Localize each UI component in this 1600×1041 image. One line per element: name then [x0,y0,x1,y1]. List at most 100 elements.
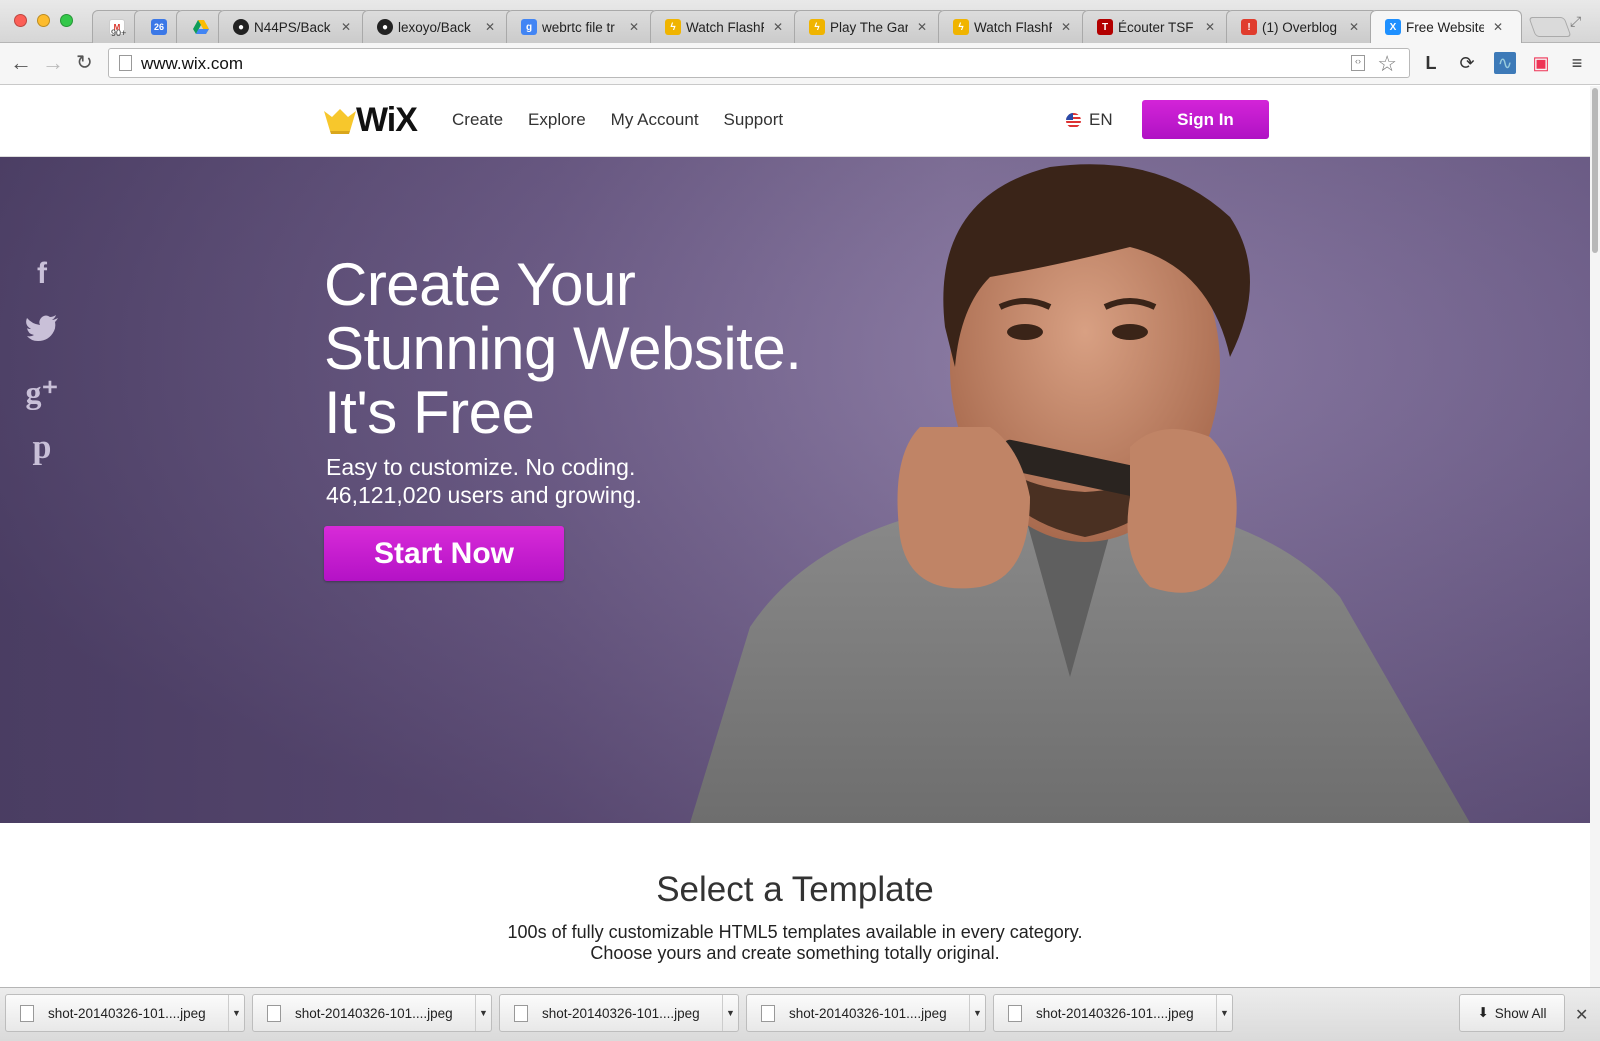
download-menu-caret-icon[interactable]: ▼ [1216,995,1232,1031]
image-file-icon [267,1004,281,1022]
tab-google[interactable]: g webrtc file tr ✕ [506,10,658,43]
download-item[interactable]: shot-20140326-101....jpeg ▼ [5,994,245,1032]
tab-title: Écouter TSF J [1118,19,1196,35]
wix-logo[interactable]: WiX [324,101,418,140]
sign-in-button[interactable]: Sign In [1142,100,1269,139]
page-scrollbar[interactable] [1590,86,1600,987]
hero-headline-line: Stunning Website. [324,315,802,382]
page-icon [119,55,132,71]
new-tab-button[interactable] [1528,17,1572,37]
facebook-icon[interactable]: f [22,257,62,291]
logo-wordmark: WiX [356,101,418,139]
tab-close-icon[interactable]: ✕ [1205,20,1215,34]
flash-icon: ϟ [953,19,969,35]
show-all-label: Show All [1494,1005,1547,1021]
tab-close-icon[interactable]: ✕ [341,20,351,34]
zoom-window-button[interactable] [60,14,73,27]
hero-section: f g⁺ p Create Your Stunning Website. It'… [0,157,1590,823]
tab-title: webrtc file tr [542,19,615,35]
twitter-icon[interactable] [22,315,62,350]
tab-title: Free Website [1406,19,1484,35]
image-file-icon [1008,1004,1022,1022]
start-now-button[interactable]: Start Now [324,526,564,581]
flash-icon: ϟ [809,19,825,35]
tab-close-icon[interactable]: ✕ [1493,20,1503,34]
tab-close-icon[interactable]: ✕ [1061,20,1071,34]
site-header: WiX Create Explore My Account Support EN… [0,86,1590,157]
minimize-window-button[interactable] [37,14,50,27]
us-flag-icon [1066,112,1081,128]
scrollbar-thumb[interactable] [1592,88,1598,253]
template-desc-line: 100s of fully customizable HTML5 templat… [507,922,1083,942]
language-label: EN [1089,110,1113,129]
close-download-shelf-icon[interactable]: ✕ [1575,1005,1588,1025]
back-arrow-icon[interactable]: ← [10,51,32,75]
image-file-icon [514,1004,528,1022]
download-menu-caret-icon[interactable]: ▼ [722,995,738,1031]
nav-create[interactable]: Create [452,110,503,130]
main-nav: Create Explore My Account Support [452,110,783,130]
tab-close-icon[interactable]: ✕ [629,20,639,34]
tab-close-icon[interactable]: ✕ [1349,20,1359,34]
forward-arrow-icon[interactable]: → [42,51,64,75]
tab-close-icon[interactable]: ✕ [773,20,783,34]
extension-chart-icon[interactable]: ∿ [1494,52,1516,74]
nav-explore[interactable]: Explore [528,110,586,130]
tab-title: N44PS/Back [254,19,331,35]
calendar-icon: 26 [151,19,167,35]
menu-icon[interactable]: ≡ [1566,52,1588,74]
extension-screenshot-icon[interactable]: ▣ [1530,52,1552,74]
download-item[interactable]: shot-20140326-101....jpeg ▼ [252,994,492,1032]
download-menu-caret-icon[interactable]: ▼ [228,995,244,1031]
tab-badge: 90+ [111,28,127,38]
google-plus-icon[interactable]: g⁺ [22,373,62,411]
nav-support[interactable]: Support [724,110,784,130]
download-menu-caret-icon[interactable]: ▼ [475,995,491,1031]
tab-overblog[interactable]: ! (1) Overblog ✕ [1226,10,1378,43]
hero-headline-line: Create Your [324,251,636,318]
hero-sub-line: 46,121,020 users and growing. [326,482,642,508]
address-bar[interactable]: www.wix.com ‹› ☆ [108,48,1410,78]
tab-close-icon[interactable]: ✕ [485,20,495,34]
flash-icon: ϟ [665,19,681,35]
hero-subheadline: Easy to customize. No coding. 46,121,020… [326,453,642,509]
download-menu-caret-icon[interactable]: ▼ [969,995,985,1031]
language-selector[interactable]: EN [1066,110,1113,130]
url-text[interactable]: www.wix.com [141,54,243,74]
page-viewport: WiX Create Explore My Account Support EN… [0,86,1590,987]
page-action-icon[interactable]: ‹› [1351,55,1365,71]
download-item[interactable]: shot-20140326-101....jpeg ▼ [746,994,986,1032]
tab-title: Watch FlashF [974,19,1052,35]
extension-sync-icon[interactable]: ⟳ [1456,52,1478,74]
show-all-downloads-button[interactable]: ⬇ Show All [1459,994,1565,1032]
download-item[interactable]: shot-20140326-101....jpeg ▼ [993,994,1233,1032]
close-window-button[interactable] [14,14,27,27]
tab-list: M 90+ 26 ● N44PS/Back ✕ ● lexoyo/Back ✕ … [92,10,1522,43]
bookmark-star-icon[interactable]: ☆ [1377,51,1397,77]
wix-icon: X [1385,19,1401,35]
github-icon: ● [377,19,393,35]
tab-github-2[interactable]: ● lexoyo/Back ✕ [362,10,514,43]
hero-headline-line: It's Free [324,379,535,446]
select-template-description: 100s of fully customizable HTML5 templat… [0,922,1590,964]
template-desc-line: Choose yours and create something totall… [590,943,1000,963]
extension-l-icon[interactable]: L [1420,52,1442,74]
download-filename: shot-20140326-101....jpeg [295,1005,453,1021]
fullscreen-icon[interactable]: ⤢ [1570,13,1581,30]
tab-wix-active[interactable]: X Free Website ✕ [1370,10,1522,43]
download-arrow-icon: ⬇ [1477,1005,1489,1020]
tab-tsf[interactable]: T Écouter TSF J ✕ [1082,10,1234,43]
select-template-heading: Select a Template [656,870,934,909]
pinterest-icon[interactable]: p [22,429,62,467]
tab-flash-3[interactable]: ϟ Watch FlashF ✕ [938,10,1090,43]
nav-my-account[interactable]: My Account [611,110,699,130]
reload-icon[interactable]: ↻ [76,51,93,75]
tab-flash-2[interactable]: ϟ Play The Gar ✕ [794,10,946,43]
download-shelf: shot-20140326-101....jpeg ▼ shot-2014032… [0,987,1600,1041]
github-icon: ● [233,19,249,35]
tab-close-icon[interactable]: ✕ [917,20,927,34]
download-filename: shot-20140326-101....jpeg [48,1005,206,1021]
tab-flash-1[interactable]: ϟ Watch FlashF ✕ [650,10,802,43]
tab-github-1[interactable]: ● N44PS/Back ✕ [218,10,370,43]
download-item[interactable]: shot-20140326-101....jpeg ▼ [499,994,739,1032]
